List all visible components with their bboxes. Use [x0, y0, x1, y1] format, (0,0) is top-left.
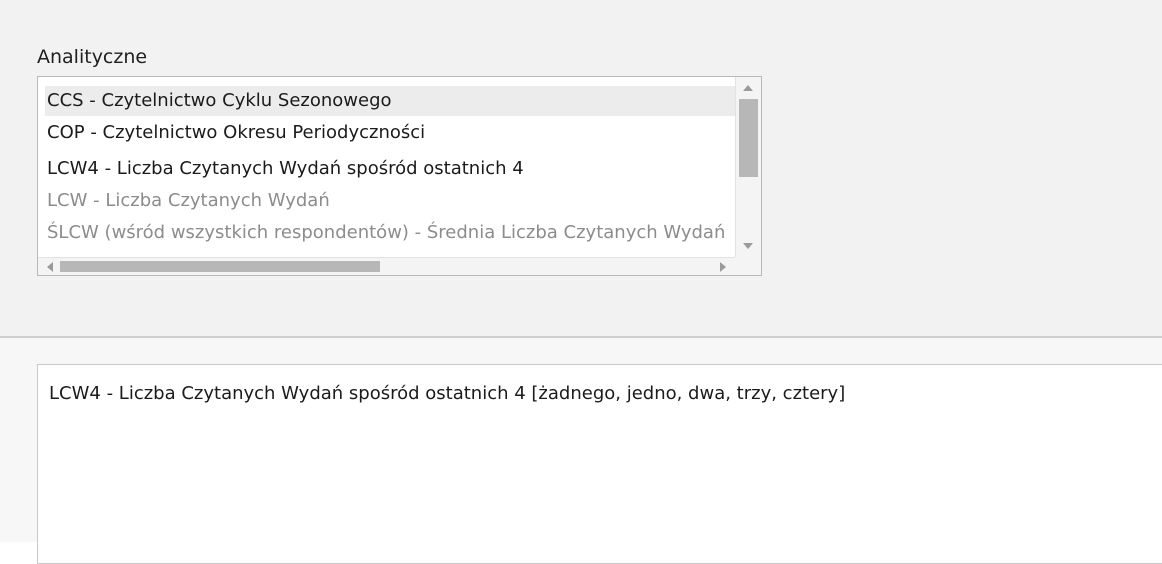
scrollbar-corner [735, 257, 761, 275]
list-item[interactable]: LCW4 - Liczba Czytanych Wydań spośród os… [45, 154, 735, 184]
list-item[interactable]: CCS - Czytelnictwo Cyklu Sezonowego [45, 86, 735, 116]
scroll-right-button[interactable] [713, 258, 733, 275]
scroll-left-button[interactable] [40, 258, 60, 275]
description-panel: LCW4 - Liczba Czytanych Wydań spośród os… [0, 338, 1162, 564]
description-box[interactable]: LCW4 - Liczba Czytanych Wydań spośród os… [37, 364, 1162, 564]
list-item[interactable]: COP - Czytelnictwo Okresu Periodyczności [45, 118, 735, 148]
triangle-right-icon [720, 261, 726, 272]
triangle-up-icon [743, 85, 753, 91]
list-item[interactable]: LCW - Liczba Czytanych Wydań [45, 186, 735, 216]
vertical-scrollbar[interactable] [735, 77, 761, 257]
list-viewport: CCS - Czytelnictwo Cyklu Sezonowego COP … [38, 77, 735, 257]
description-text: LCW4 - Liczba Czytanych Wydań spośród os… [49, 383, 846, 404]
triangle-down-icon [743, 243, 753, 249]
analytics-panel: Analityczne CCS - Czytelnictwo Cyklu Sez… [0, 0, 1162, 336]
section-label: Analityczne [37, 46, 148, 68]
scroll-up-button[interactable] [738, 79, 758, 97]
scroll-down-button[interactable] [738, 237, 758, 255]
vertical-scroll-thumb[interactable] [739, 99, 758, 177]
analytics-listbox[interactable]: CCS - Czytelnictwo Cyklu Sezonowego COP … [37, 76, 762, 276]
horizontal-scroll-thumb[interactable] [60, 261, 380, 272]
list-item[interactable]: ŚLCW (wśród wszystkich respondentów) - Ś… [45, 218, 735, 248]
horizontal-scrollbar[interactable] [38, 257, 735, 275]
triangle-left-icon [47, 261, 53, 272]
